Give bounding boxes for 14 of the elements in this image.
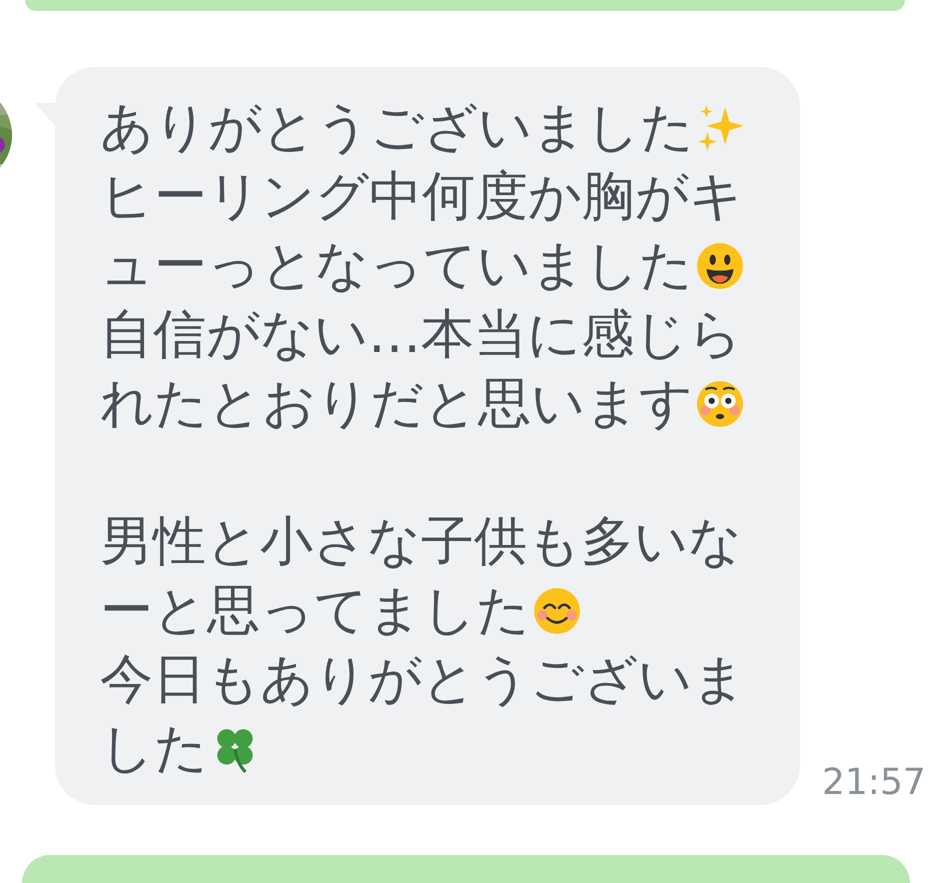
message-text: 自信がない…本当に感じら (100, 303, 742, 367)
message-text: 男性と小さな子供も多いな (100, 510, 742, 574)
message-text: ヒーリング中何度か胸がキ (100, 165, 743, 229)
message-text: した (100, 717, 208, 781)
sparkles-icon (696, 102, 746, 152)
message-text: れたとおりだと思います (100, 372, 693, 436)
smiling-face-icon (532, 586, 582, 636)
message-text: ューっとなっていました (100, 234, 693, 298)
flushed-face-icon (695, 378, 745, 428)
message-text: 今日もありがとうございま (100, 648, 746, 712)
message-text: ありがとうございました (100, 96, 694, 160)
smiley-icon (695, 240, 745, 290)
message-time: 21:57 (822, 763, 926, 803)
message-text: ーと思ってました (100, 579, 530, 643)
